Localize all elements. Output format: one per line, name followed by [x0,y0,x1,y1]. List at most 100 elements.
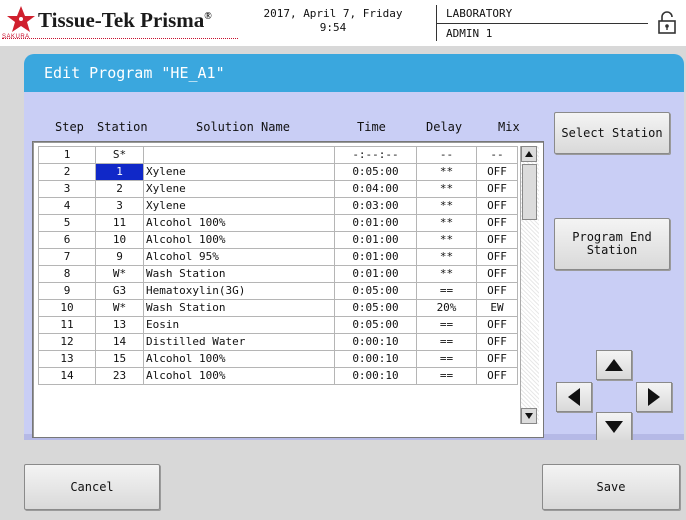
station-cell[interactable]: 23 [95,367,144,385]
step-cell[interactable]: 14 [38,367,96,385]
station-cell[interactable]: 10 [95,231,144,249]
time-cell[interactable]: 0:01:00 [334,214,417,232]
scroll-thumb[interactable] [522,164,537,220]
mix-cell[interactable]: OFF [476,350,518,368]
station-cell[interactable]: 2 [95,180,144,198]
solution-cell[interactable]: Xylene [143,163,335,181]
time-cell[interactable]: 0:00:10 [334,350,417,368]
step-cell[interactable]: 11 [38,316,96,334]
solution-cell[interactable]: Wash Station [143,299,335,317]
arrow-down-button[interactable] [596,412,632,442]
solution-cell[interactable]: Xylene [143,197,335,215]
station-cell[interactable]: W* [95,265,144,283]
step-cell[interactable]: 3 [38,180,96,198]
table-row[interactable]: 10 W* Wash Station 0:05:00 20% EW [38,299,518,317]
time-cell[interactable]: 0:00:10 [334,333,417,351]
step-cell[interactable]: 4 [38,197,96,215]
table-row[interactable]: 4 3 Xylene 0:03:00 ** OFF [38,197,518,215]
delay-cell[interactable]: ** [416,231,477,249]
step-cell[interactable]: 1 [38,146,96,164]
delay-cell[interactable]: ** [416,248,477,266]
time-cell[interactable]: 0:04:00 [334,180,417,198]
mix-cell[interactable]: OFF [476,265,518,283]
station-cell[interactable]: S* [95,146,144,164]
arrow-right-button[interactable] [636,382,672,412]
arrow-up-button[interactable] [596,350,632,380]
delay-cell[interactable]: ** [416,180,477,198]
mix-cell[interactable]: OFF [476,282,518,300]
solution-cell[interactable]: Alcohol 95% [143,248,335,266]
station-cell[interactable]: 11 [95,214,144,232]
solution-cell[interactable] [143,146,335,164]
time-cell[interactable]: 0:01:00 [334,231,417,249]
solution-cell[interactable]: Alcohol 100% [143,214,335,232]
delay-cell[interactable]: ** [416,197,477,215]
table-row[interactable]: 11 13 Eosin 0:05:00 == OFF [38,316,518,334]
scroll-down-button[interactable] [521,408,537,424]
cancel-button[interactable]: Cancel [24,464,160,510]
mix-cell[interactable]: EW [476,299,518,317]
step-cell[interactable]: 12 [38,333,96,351]
solution-cell[interactable]: Eosin [143,316,335,334]
table-row[interactable]: 2 1 Xylene 0:05:00 ** OFF [38,163,518,181]
mix-cell[interactable]: OFF [476,180,518,198]
station-cell[interactable]: 1 [95,163,144,181]
table-row[interactable]: 5 11 Alcohol 100% 0:01:00 ** OFF [38,214,518,232]
solution-cell[interactable]: Hematoxylin(3G) [143,282,335,300]
step-cell[interactable]: 6 [38,231,96,249]
save-button[interactable]: Save [542,464,680,510]
station-cell[interactable]: 14 [95,333,144,351]
time-cell[interactable]: 0:01:00 [334,248,417,266]
delay-cell[interactable]: ** [416,265,477,283]
table-row[interactable]: 9 G3 Hematoxylin(3G) 0:05:00 == OFF [38,282,518,300]
mix-cell[interactable]: OFF [476,333,518,351]
step-cell[interactable]: 5 [38,214,96,232]
delay-cell[interactable]: == [416,350,477,368]
mix-cell[interactable]: OFF [476,231,518,249]
delay-cell[interactable]: == [416,282,477,300]
time-cell[interactable]: 0:00:10 [334,367,417,385]
time-cell[interactable]: 0:03:00 [334,197,417,215]
step-cell[interactable]: 13 [38,350,96,368]
select-station-button[interactable]: Select Station [554,112,670,154]
mix-cell[interactable]: OFF [476,214,518,232]
lock-icon[interactable] [656,10,678,34]
table-row[interactable]: 6 10 Alcohol 100% 0:01:00 ** OFF [38,231,518,249]
mix-cell[interactable]: OFF [476,367,518,385]
time-cell[interactable]: 0:05:00 [334,299,417,317]
time-cell[interactable]: 0:05:00 [334,163,417,181]
delay-cell[interactable]: == [416,316,477,334]
table-scrollbar[interactable] [520,146,539,424]
mix-cell[interactable]: -- [476,146,518,164]
time-cell[interactable]: 0:05:00 [334,282,417,300]
step-cell[interactable]: 7 [38,248,96,266]
table-row[interactable]: 12 14 Distilled Water 0:00:10 == OFF [38,333,518,351]
station-cell[interactable]: 9 [95,248,144,266]
solution-cell[interactable]: Alcohol 100% [143,231,335,249]
station-cell[interactable]: 15 [95,350,144,368]
delay-cell[interactable]: -- [416,146,477,164]
arrow-left-button[interactable] [556,382,592,412]
delay-cell[interactable]: ** [416,214,477,232]
table-row[interactable]: 3 2 Xylene 0:04:00 ** OFF [38,180,518,198]
time-cell[interactable]: 0:05:00 [334,316,417,334]
solution-cell[interactable]: Distilled Water [143,333,335,351]
table-row[interactable]: 8 W* Wash Station 0:01:00 ** OFF [38,265,518,283]
station-cell[interactable]: G3 [95,282,144,300]
solution-cell[interactable]: Alcohol 100% [143,367,335,385]
mix-cell[interactable]: OFF [476,163,518,181]
time-cell[interactable]: -:--:-- [334,146,417,164]
table-row[interactable]: 1 S* -:--:-- -- -- [38,146,518,164]
solution-cell[interactable]: Xylene [143,180,335,198]
solution-cell[interactable]: Wash Station [143,265,335,283]
step-cell[interactable]: 9 [38,282,96,300]
table-row[interactable]: 13 15 Alcohol 100% 0:00:10 == OFF [38,350,518,368]
solution-cell[interactable]: Alcohol 100% [143,350,335,368]
step-cell[interactable]: 2 [38,163,96,181]
table-row[interactable]: 14 23 Alcohol 100% 0:00:10 == OFF [38,367,518,385]
scroll-up-button[interactable] [521,146,537,162]
mix-cell[interactable]: OFF [476,197,518,215]
step-cell[interactable]: 10 [38,299,96,317]
station-cell[interactable]: W* [95,299,144,317]
delay-cell[interactable]: 20% [416,299,477,317]
